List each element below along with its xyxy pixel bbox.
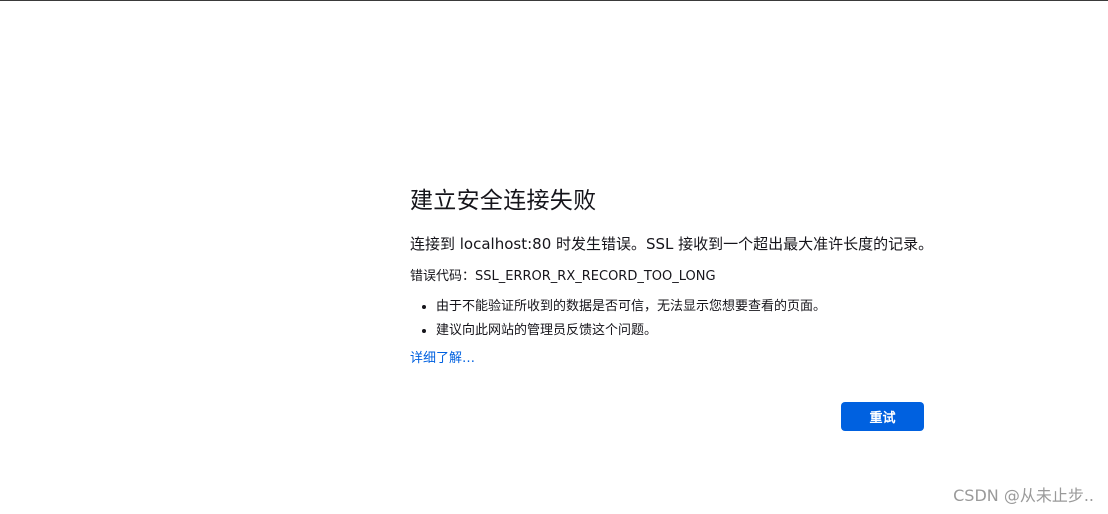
retry-button[interactable]: 重试 [841,402,924,431]
learn-more-link[interactable]: 详细了解… [410,349,475,369]
error-code: SSL_ERROR_RX_RECORD_TOO_LONG [475,269,716,284]
error-bullet-item: 由于不能验证所收到的数据是否可信，无法显示您想要查看的页面。 [436,295,930,319]
error-title: 建立安全连接失败 [410,188,597,214]
window-top-border [0,0,1108,1]
error-code-label: 错误代码： [410,269,476,284]
error-bullet-item: 建议向此网站的管理员反馈这个问题。 [436,319,930,343]
watermark-text: CSDN @从未止步.. [953,486,1094,505]
error-bullet-list: 由于不能验证所收到的数据是否可信，无法显示您想要查看的页面。 建议向此网站的管理… [410,295,930,343]
error-short-description: 连接到 localhost:80 时发生错误。SSL 接收到一个超出最大准许长度… [410,235,934,253]
error-code-line: 错误代码：SSL_ERROR_RX_RECORD_TOO_LONG [410,267,930,287]
error-page-container: 建立安全连接失败 连接到 localhost:80 时发生错误。SSL 接收到一… [410,184,934,369]
